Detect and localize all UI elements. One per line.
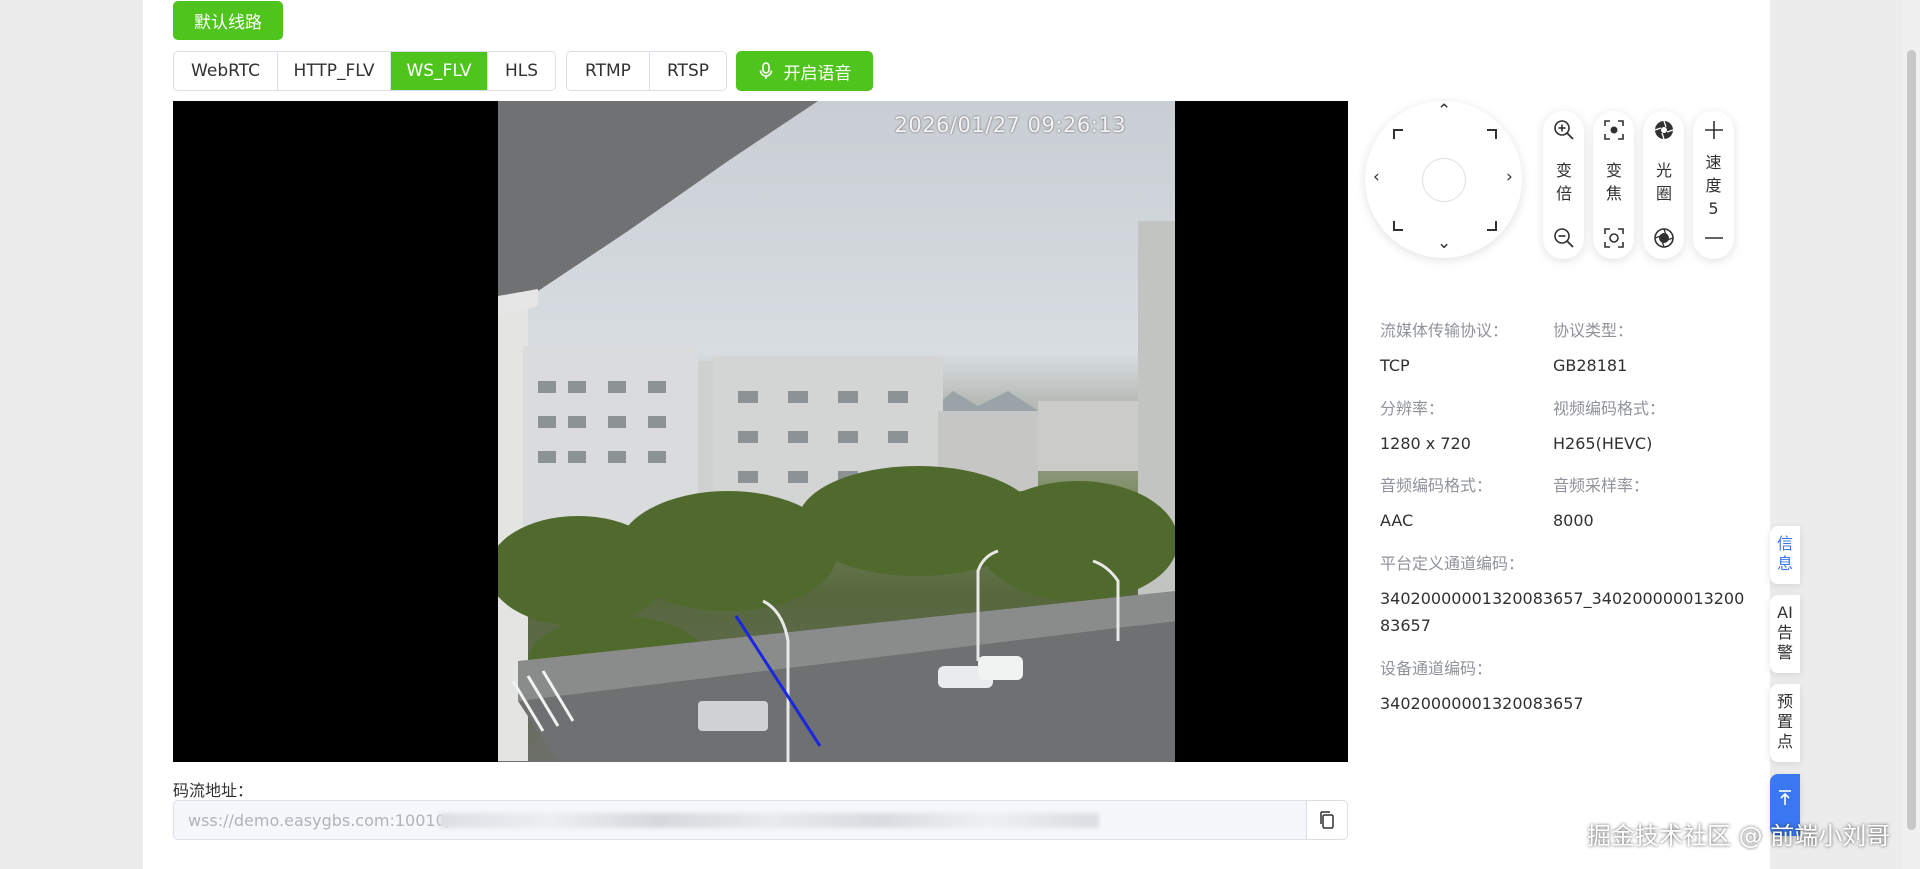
protocol-value: TCP [1380, 356, 1410, 375]
default-route-button[interactable]: 默认线路 [173, 1, 283, 40]
zoom-label: 变倍 [1555, 161, 1572, 203]
camera-feed [498, 101, 1175, 762]
tab-rtmp[interactable]: RTMP [567, 52, 650, 90]
ptz-down-right-icon[interactable] [1487, 221, 1497, 231]
iris-control: 光圈 [1643, 111, 1684, 259]
voice-button[interactable]: 开启语音 [736, 51, 873, 91]
device-channel-value: 34020000001320083657 [1380, 694, 1584, 713]
iris-close-icon[interactable] [1643, 225, 1684, 251]
tab-http-flv[interactable]: HTTP_FLV [278, 52, 391, 90]
ptz-up-right-icon[interactable] [1487, 129, 1497, 139]
resolution-value: 1280 x 720 [1380, 434, 1471, 453]
platform-channel-key: 平台定义通道编码： [1380, 554, 1525, 573]
audio-rate-value: 8000 [1553, 511, 1594, 530]
stream-url-redacted [439, 813, 1099, 828]
stream-url-field[interactable]: wss://demo.easygbs.com:10010/ [173, 800, 1348, 840]
video-codec-value: H265(HEVC) [1553, 434, 1653, 453]
zoom-out-icon[interactable] [1543, 225, 1584, 251]
tab-hls[interactable]: HLS [488, 52, 555, 90]
iris-label: 光圈 [1655, 161, 1672, 203]
side-tab-info-label: 信息 [1777, 534, 1794, 573]
speed-label: 速度 5 [1693, 151, 1734, 220]
audio-codec-value: AAC [1380, 511, 1414, 530]
ptz-direction-pad[interactable]: ⌃ ⌄ ‹ › [1365, 101, 1522, 258]
speed-control: 速度 5 [1693, 111, 1734, 259]
zoom-control: 变倍 [1543, 111, 1584, 259]
side-tab-ai-alarm-label: AI告警 [1777, 603, 1794, 662]
protocol-key: 流媒体传输协议： [1380, 321, 1509, 340]
stream-url-text: wss://demo.easygbs.com:10010/ [188, 811, 452, 830]
focus-control: 变焦 [1593, 111, 1634, 259]
watermark: 掘金技术社区 @ 前端小刘哥 [1587, 822, 1891, 850]
tab-rtsp[interactable]: RTSP [650, 52, 726, 90]
side-tab-ai-alarm[interactable]: AI告警 [1770, 595, 1800, 673]
resolution-key: 分辨率： [1380, 399, 1445, 418]
stream-url-label: 码流地址： [173, 781, 254, 800]
focus-label: 变焦 [1605, 161, 1622, 203]
tab-webrtc[interactable]: WebRTC [174, 52, 278, 90]
iris-open-icon[interactable] [1643, 117, 1684, 143]
focus-near-icon[interactable] [1593, 117, 1634, 143]
side-tab-preset[interactable]: 预置点 [1770, 684, 1800, 762]
back-to-top-icon [1779, 790, 1791, 805]
platform-channel-value-line2: 83657 [1380, 616, 1431, 635]
speed-value: 5 [1708, 199, 1719, 218]
platform-channel-value-line1: 34020000001320083657_340200000013200 [1380, 589, 1745, 608]
ptz-down-icon[interactable]: ⌄ [1437, 235, 1451, 252]
video-timestamp: 2026/01/27 09:26:13 [894, 113, 1126, 137]
camera-scene-image [498, 101, 1175, 762]
audio-codec-key: 音频编码格式： [1380, 476, 1493, 495]
device-channel-key: 设备通道编码： [1380, 659, 1493, 678]
side-tab-info[interactable]: 信息 [1770, 526, 1800, 584]
speed-plus-icon[interactable] [1693, 117, 1734, 143]
voice-button-label: 开启语音 [783, 63, 852, 84]
protocol-type-key: 协议类型： [1553, 321, 1634, 340]
ptz-center-button[interactable] [1422, 158, 1466, 202]
ptz-right-icon[interactable]: › [1506, 169, 1513, 186]
video-codec-key: 视频编码格式： [1553, 399, 1666, 418]
protocol-type-value: GB28181 [1553, 356, 1628, 375]
ptz-up-icon[interactable]: ⌃ [1437, 103, 1451, 120]
protocol-group-primary: WebRTC HTTP_FLV WS_FLV HLS [173, 51, 556, 91]
focus-far-icon[interactable] [1593, 225, 1634, 251]
microphone-icon [759, 62, 772, 79]
zoom-in-icon[interactable] [1543, 117, 1584, 143]
ptz-left-icon[interactable]: ‹ [1373, 169, 1380, 186]
speed-minus-icon[interactable] [1693, 225, 1734, 251]
protocol-group-secondary: RTMP RTSP [566, 51, 727, 91]
ptz-up-left-icon[interactable] [1393, 129, 1403, 139]
side-tab-preset-label: 预置点 [1777, 692, 1794, 751]
video-player[interactable]: 2026/01/27 09:26:13 [173, 101, 1348, 762]
audio-rate-key: 音频采样率： [1553, 476, 1650, 495]
speed-label-text: 速度 [1705, 153, 1722, 195]
ptz-down-left-icon[interactable] [1393, 221, 1403, 231]
scrollbar-thumb[interactable] [1907, 50, 1916, 830]
copy-url-button[interactable] [1306, 801, 1347, 839]
page-scrollbar[interactable] [1903, 0, 1920, 869]
copy-icon [1320, 811, 1334, 829]
tab-ws-flv[interactable]: WS_FLV [391, 52, 488, 90]
